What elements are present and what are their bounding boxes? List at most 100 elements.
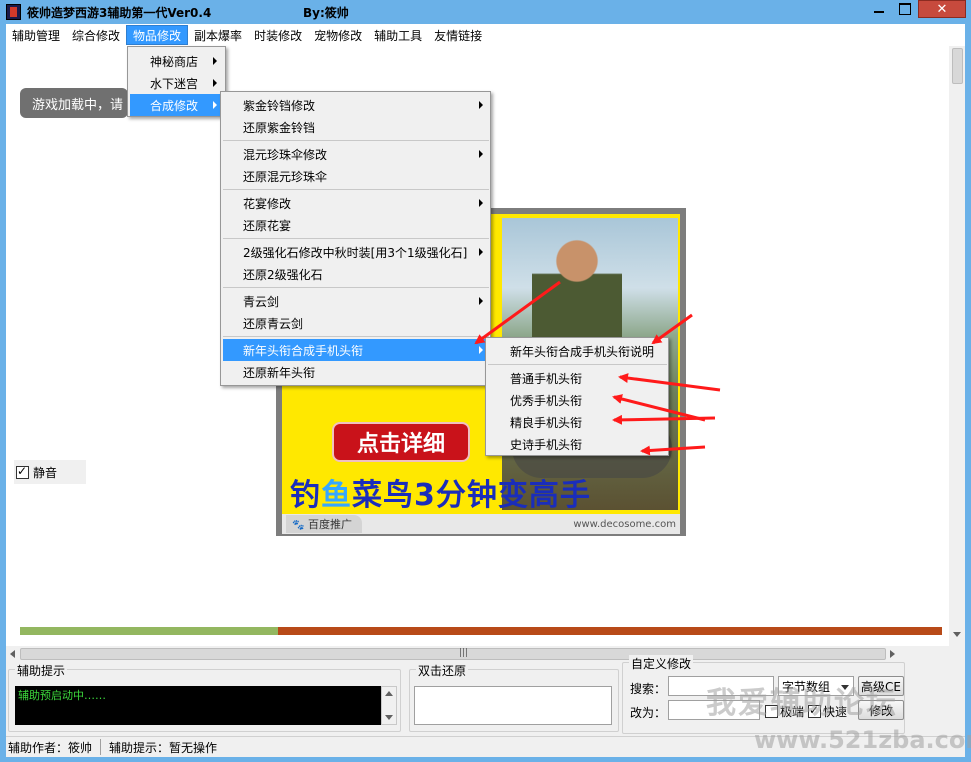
menu-item-hunyuan-zhenzhusan[interactable]: 混元珍珠伞修改: [223, 143, 489, 165]
ad-slogan-part1: 钓: [290, 478, 321, 513]
chevron-down-icon: [841, 685, 849, 690]
replace-input[interactable]: [668, 700, 760, 720]
extreme-label: 极端: [780, 705, 805, 719]
menu-item-huayan[interactable]: 花宴修改: [223, 192, 489, 214]
menu-item-restore-qingyun-jian[interactable]: 还原青云剑: [223, 312, 489, 334]
menu-item-qingyun-jian[interactable]: 青云剑: [223, 290, 489, 312]
menu-item-label: 史诗手机头衔: [510, 437, 583, 452]
menu-item-label: 还原花宴: [243, 218, 292, 233]
advanced-ce-button[interactable]: 高级CE: [858, 676, 904, 696]
baidu-promo-label: 百度推广: [307, 518, 352, 531]
menu-item-restore-huayan[interactable]: 还原花宴: [223, 214, 489, 236]
title-bar[interactable]: 筱帅造梦西游3辅助第一代Ver0.4 By:筱帅 ✕: [0, 0, 971, 24]
loading-toast: 游戏加载中，请: [20, 88, 128, 118]
chevron-right-icon: [213, 101, 217, 109]
menu-item-label: 普通手机头衔: [510, 371, 583, 386]
menu-chongwu-xiugai[interactable]: 宠物修改: [308, 25, 368, 45]
menu-item-touxian-help[interactable]: 新年头衔合成手机头衔说明: [488, 340, 667, 362]
hint-group-title: 辅助提示: [15, 662, 68, 679]
menu-item-hecheng-xiugai[interactable]: 合成修改: [130, 94, 223, 116]
loading-progress-bar: [20, 627, 942, 635]
menu-fuzhu-gongju[interactable]: 辅助工具: [368, 25, 428, 45]
status-author: 辅助作者：筱帅: [8, 740, 93, 755]
chevron-right-icon: [479, 150, 483, 158]
menu-item-label: 2级强化石修改中秋时装[用3个1级强化石]: [243, 245, 468, 260]
restore-group-title: 双击还原: [416, 662, 469, 679]
menu-item-label: 还原紫金铃铛: [243, 120, 316, 135]
menu-wupin-xiugai[interactable]: 物品修改: [126, 25, 189, 45]
menu-fuzhu-guanli[interactable]: 辅助管理: [6, 25, 66, 45]
ad-url[interactable]: www.decosome.com: [573, 519, 676, 530]
menu-item-xinnian-touxian[interactable]: 新年头衔合成手机头衔: [223, 339, 489, 361]
baidu-promo-tag[interactable]: 🐾 百度推广: [286, 515, 362, 533]
menu-item-zijin-lingdang[interactable]: 紫金铃铛修改: [223, 94, 489, 116]
chevron-right-icon: [479, 346, 483, 354]
vertical-scrollbar[interactable]: [949, 46, 965, 646]
menu-item-label: 紫金铃铛修改: [243, 98, 316, 113]
value-type-selected: 字节数组: [782, 679, 831, 694]
fast-checkbox[interactable]: [808, 703, 821, 718]
scroll-right-arrow-icon[interactable]: [890, 650, 895, 658]
hint-console-scrollbar[interactable]: [381, 686, 397, 725]
menu-zonghe-xiugai[interactable]: 综合修改: [66, 25, 126, 45]
mute-label: 静音: [33, 465, 58, 480]
menu-item-jingliang-touxian[interactable]: 精良手机头衔: [488, 411, 667, 433]
search-input[interactable]: [668, 676, 774, 696]
minimize-button[interactable]: [865, 0, 892, 18]
ad-slogan-highlight: 鱼: [321, 478, 352, 513]
modify-button[interactable]: 修改: [858, 700, 904, 720]
chevron-right-icon: [479, 297, 483, 305]
mute-checkbox[interactable]: [16, 464, 29, 479]
chevron-right-icon: [479, 248, 483, 256]
menu-item-restore-hunyuan-zhenzhusan[interactable]: 还原混元珍珠伞: [223, 165, 489, 187]
ad-details-button[interactable]: 点击详细: [332, 422, 470, 462]
restore-group: 双击还原: [409, 662, 619, 732]
status-hint: 辅助提示：暂无操作: [109, 740, 218, 755]
menu-fuben-baolv[interactable]: 副本爆率: [188, 25, 248, 45]
fast-toggle[interactable]: 快速: [808, 703, 847, 720]
scroll-down-arrow-icon[interactable]: [385, 715, 393, 720]
window-author: By:筱帅: [303, 6, 349, 20]
menu-separator: [223, 140, 489, 141]
hint-group: 辅助提示 辅助预启动中……: [8, 662, 401, 732]
menu-item-shenmi-shangdian[interactable]: 神秘商店: [130, 50, 223, 72]
menu-item-putong-touxian[interactable]: 普通手机头衔: [488, 367, 667, 389]
restore-list[interactable]: [414, 686, 612, 725]
menu-item-qianghuashi[interactable]: 2级强化石修改中秋时装[用3个1级强化石]: [223, 241, 489, 263]
replace-label: 改为：: [630, 706, 667, 720]
menu-item-restore-xinnian-touxian[interactable]: 还原新年头衔: [223, 361, 489, 383]
extreme-toggle[interactable]: 极端: [765, 703, 804, 720]
maximize-button[interactable]: [892, 0, 918, 18]
menu-separator: [223, 238, 489, 239]
custom-group-title: 自定义修改: [629, 655, 694, 672]
scroll-left-arrow-icon[interactable]: [10, 650, 15, 658]
horizontal-scroll-thumb[interactable]: |||: [20, 648, 886, 660]
menu-item-youxiu-touxian[interactable]: 优秀手机头衔: [488, 389, 667, 411]
menu-separator: [223, 336, 489, 337]
menu-item-shishi-touxian[interactable]: 史诗手机头衔: [488, 433, 667, 455]
mute-toggle[interactable]: 静音: [14, 460, 86, 484]
menu-item-label: 新年头衔合成手机头衔: [243, 343, 364, 358]
paw-icon: 🐾: [292, 520, 305, 531]
app-icon: [6, 4, 21, 20]
horizontal-scrollbar[interactable]: |||: [6, 646, 965, 662]
grip-icon: |||: [459, 648, 469, 658]
extreme-checkbox[interactable]: [765, 705, 778, 718]
menu-item-label: 还原2级强化石: [243, 267, 323, 282]
chevron-right-icon: [213, 79, 217, 87]
value-type-select[interactable]: 字节数组: [778, 676, 854, 696]
menu-item-label: 还原新年头衔: [243, 365, 316, 380]
menu-item-restore-qianghuashi[interactable]: 还原2级强化石: [223, 263, 489, 285]
menu-shizhuang-xiugai[interactable]: 时装修改: [248, 25, 308, 45]
vertical-scroll-thumb[interactable]: [952, 48, 963, 84]
window-title: 筱帅造梦西游3辅助第一代Ver0.4: [27, 6, 212, 20]
scroll-up-arrow-icon[interactable]: [385, 691, 393, 696]
menu-item-label: 新年头衔合成手机头衔说明: [510, 344, 655, 359]
hint-console: 辅助预启动中……: [15, 686, 381, 725]
menu-item-restore-zijin-lingdang[interactable]: 还原紫金铃铛: [223, 116, 489, 138]
close-button[interactable]: ✕: [918, 0, 966, 18]
menu-youqing-lianjie[interactable]: 友情链接: [428, 25, 488, 45]
menu-item-shuixia-migong[interactable]: 水下迷宫: [130, 72, 223, 94]
scroll-down-arrow-icon[interactable]: [953, 632, 961, 637]
menu-item-label: 精良手机头衔: [510, 415, 583, 430]
